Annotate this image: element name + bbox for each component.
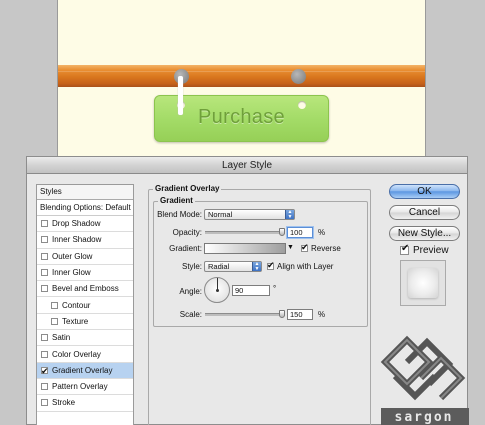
angle-label: Angle: bbox=[179, 287, 202, 296]
preview-checkbox[interactable]: Preview bbox=[400, 243, 449, 256]
scale-slider-knob[interactable] bbox=[279, 310, 285, 318]
watermark-text: sargon bbox=[394, 410, 454, 425]
style-item-label: Inner Glow bbox=[52, 268, 91, 278]
document-canvas: Purchase bbox=[57, 0, 426, 156]
style-label: Style: bbox=[181, 262, 202, 271]
scale-unit: % bbox=[318, 310, 326, 319]
tag-string bbox=[178, 76, 183, 115]
style-value: Radial bbox=[208, 262, 230, 271]
blend-mode-value: Normal bbox=[208, 210, 233, 219]
preview-label: Preview bbox=[413, 245, 449, 256]
gradient-dropdown-icon[interactable]: ▼ bbox=[287, 244, 294, 251]
style-item[interactable]: Drop Shadow bbox=[37, 216, 133, 233]
style-item-checkbox[interactable] bbox=[51, 317, 58, 325]
blend-mode-label: Blend Mode: bbox=[157, 210, 202, 219]
dialog-title: Layer Style bbox=[27, 157, 467, 174]
opacity-label: Opacity: bbox=[172, 228, 202, 237]
style-item-checkbox[interactable] bbox=[41, 236, 48, 244]
updown-arrows-icon: ▲ ▼ bbox=[285, 210, 294, 219]
style-items: Drop Shadow Inner Shadow Outer Glow Inner G… bbox=[37, 216, 133, 412]
style-item-label: Satin bbox=[52, 333, 71, 343]
scale-input[interactable]: 150 bbox=[287, 309, 313, 320]
preview-thumbnail bbox=[408, 268, 438, 298]
new-style-button[interactable]: New Style... bbox=[389, 226, 460, 241]
style-item-checkbox[interactable] bbox=[41, 252, 48, 260]
styles-header[interactable]: Styles bbox=[37, 185, 133, 200]
style-item[interactable]: Contour bbox=[37, 297, 133, 314]
style-item-label: Gradient Overlay bbox=[52, 365, 113, 375]
gradient-picker[interactable] bbox=[204, 243, 286, 254]
angle-unit: ° bbox=[273, 284, 277, 293]
opacity-unit: % bbox=[318, 228, 326, 237]
style-item-checkbox[interactable] bbox=[41, 350, 48, 358]
gradient-label: Gradient: bbox=[169, 244, 202, 253]
gradient-overlay-title: Gradient Overlay bbox=[153, 184, 222, 193]
style-item-label: Stroke bbox=[52, 398, 76, 408]
style-item[interactable]: Gradient Overlay bbox=[37, 362, 133, 379]
scale-slider[interactable] bbox=[205, 310, 285, 318]
opacity-slider[interactable] bbox=[205, 228, 285, 236]
style-item[interactable]: Color Overlay bbox=[37, 346, 133, 363]
style-item-label: Drop Shadow bbox=[52, 219, 101, 229]
style-item-label: Pattern Overlay bbox=[52, 382, 108, 392]
angle-input[interactable]: 90 bbox=[232, 285, 270, 296]
gradient-group-title: Gradient bbox=[158, 196, 195, 205]
checkbox-icon bbox=[400, 243, 409, 255]
opacity-slider-knob[interactable] bbox=[279, 228, 285, 236]
updown-arrows-icon: ▲ ▼ bbox=[252, 262, 261, 271]
style-item-label: Texture bbox=[62, 316, 89, 326]
style-item[interactable]: Texture bbox=[37, 314, 133, 331]
align-with-layer-checkbox[interactable]: Align with Layer bbox=[267, 260, 334, 271]
checkbox-icon bbox=[301, 242, 309, 253]
style-item-checkbox[interactable] bbox=[41, 220, 48, 228]
opacity-input[interactable]: 100 bbox=[287, 227, 313, 238]
blend-mode-select[interactable]: Normal ▲ ▼ bbox=[204, 209, 295, 220]
checkbox-icon bbox=[267, 260, 275, 271]
peg-right bbox=[291, 69, 306, 84]
style-item[interactable]: Outer Glow bbox=[37, 249, 133, 265]
style-item-label: Color Overlay bbox=[52, 349, 101, 359]
cancel-button[interactable]: Cancel bbox=[389, 205, 460, 220]
style-select[interactable]: Radial ▲ ▼ bbox=[204, 261, 262, 272]
style-item[interactable]: Inner Shadow bbox=[37, 232, 133, 249]
reverse-checkbox[interactable]: Reverse bbox=[301, 242, 341, 253]
styles-list: Styles Blending Options: Default Drop Sh… bbox=[36, 184, 134, 425]
ok-button[interactable]: OK bbox=[389, 184, 460, 199]
style-item-checkbox[interactable] bbox=[41, 364, 49, 379]
scale-label: Scale: bbox=[179, 310, 202, 319]
style-item-label: Bevel and Emboss bbox=[52, 284, 119, 294]
style-item-label: Outer Glow bbox=[52, 251, 93, 261]
style-item-label: Contour bbox=[62, 300, 91, 310]
style-item-checkbox[interactable] bbox=[41, 399, 48, 407]
style-item-label: Inner Shadow bbox=[52, 235, 102, 245]
layer-style-dialog: Layer Style Styles Blending Options: Def… bbox=[26, 156, 469, 425]
style-item-checkbox[interactable] bbox=[41, 269, 48, 277]
style-item[interactable]: Pattern Overlay bbox=[37, 379, 133, 396]
style-item-checkbox[interactable] bbox=[41, 334, 48, 342]
style-item[interactable]: Inner Glow bbox=[37, 265, 133, 282]
reverse-label: Reverse bbox=[311, 244, 341, 253]
style-item-checkbox[interactable] bbox=[41, 285, 48, 293]
angle-dial[interactable] bbox=[204, 277, 230, 303]
align-with-layer-label: Align with Layer bbox=[277, 262, 334, 271]
style-item[interactable]: Satin bbox=[37, 330, 133, 347]
style-item[interactable]: Bevel and Emboss bbox=[37, 281, 133, 298]
style-preview-swatch bbox=[400, 260, 446, 306]
style-item[interactable]: Stroke bbox=[37, 395, 133, 412]
style-item-checkbox[interactable] bbox=[51, 301, 58, 309]
blending-options-item[interactable]: Blending Options: Default bbox=[37, 200, 133, 216]
wood-shelf bbox=[58, 65, 425, 87]
style-item-checkbox[interactable] bbox=[41, 383, 48, 391]
